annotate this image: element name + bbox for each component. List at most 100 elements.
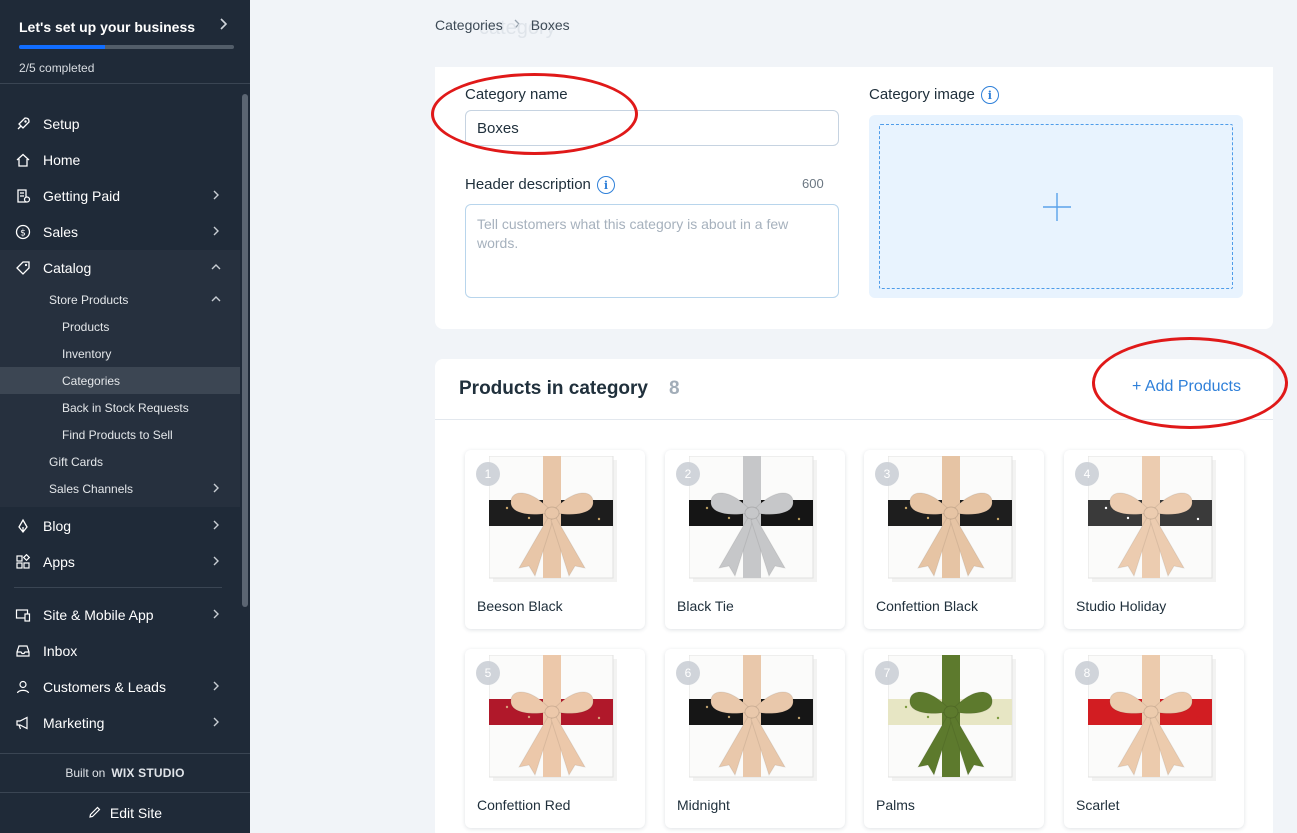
chevron-up-icon bbox=[209, 292, 223, 306]
info-icon[interactable]: i bbox=[980, 86, 999, 105]
rocket-icon bbox=[14, 115, 32, 133]
product-card[interactable]: 6 Midnight bbox=[665, 649, 845, 828]
annotation-circle-category-name bbox=[431, 73, 638, 155]
product-index-badge: 6 bbox=[676, 661, 700, 685]
sidebar-item-categories[interactable]: Categories bbox=[0, 367, 240, 394]
inbox-icon bbox=[14, 642, 32, 660]
sidebar-item-apps[interactable]: Apps bbox=[0, 544, 240, 580]
sidebar-item-find-products[interactable]: Find Products to Sell bbox=[0, 421, 240, 448]
product-card[interactable]: 2 Black Tie bbox=[665, 450, 845, 629]
upload-dropzone[interactable] bbox=[879, 124, 1233, 289]
sidebar-item-products[interactable]: Products bbox=[0, 313, 240, 340]
chevron-right-icon bbox=[209, 554, 223, 568]
product-card[interactable]: 4 Studio Holiday bbox=[1064, 450, 1244, 629]
person-icon bbox=[14, 678, 32, 696]
sidebar-item-back-in-stock[interactable]: Back in Stock Requests bbox=[0, 394, 240, 421]
product-card[interactable]: 8 Scarlet bbox=[1064, 649, 1244, 828]
sidebar-item-gift-cards[interactable]: Gift Cards bbox=[0, 448, 240, 475]
wix-studio-logo: WIX STUDIO bbox=[111, 765, 185, 780]
product-card[interactable]: 7 Palms bbox=[864, 649, 1044, 828]
setup-progress-bar bbox=[19, 45, 234, 49]
sidebar-item-inbox[interactable]: Inbox bbox=[0, 633, 240, 669]
pencil-icon bbox=[88, 805, 102, 822]
product-index-badge: 2 bbox=[676, 462, 700, 486]
sidebar-item-sales-channels[interactable]: Sales Channels bbox=[0, 475, 240, 502]
header-description-textarea[interactable]: Tell customers what this category is abo… bbox=[465, 204, 839, 298]
sidebar-item-blog[interactable]: Blog bbox=[0, 508, 240, 544]
chevron-right-icon bbox=[209, 715, 223, 729]
products-title: Products in category bbox=[459, 378, 648, 399]
sidebar-item-label: Sales Channels bbox=[49, 481, 134, 496]
chevron-right-icon[interactable] bbox=[219, 17, 229, 34]
product-index-badge: 1 bbox=[476, 462, 500, 486]
product-name: Black Tie bbox=[677, 598, 734, 614]
product-image bbox=[688, 654, 821, 783]
chevron-right-icon bbox=[209, 518, 223, 532]
sidebar-item-label: Find Products to Sell bbox=[62, 427, 173, 442]
pen-icon bbox=[14, 517, 32, 535]
home-icon bbox=[14, 151, 32, 169]
setup-title[interactable]: Let's set up your business bbox=[19, 19, 195, 35]
chevron-right-icon bbox=[209, 224, 223, 238]
chevron-right-icon bbox=[209, 188, 223, 202]
sidebar-scrollbar[interactable] bbox=[242, 94, 248, 607]
chevron-right-icon bbox=[209, 481, 223, 495]
sidebar-item-label: Getting Paid bbox=[43, 188, 121, 204]
sidebar-item-getting-paid[interactable]: Getting Paid bbox=[0, 178, 240, 214]
sidebar-item-label: Marketing bbox=[43, 715, 105, 731]
product-card[interactable]: 3 Confettion Black bbox=[864, 450, 1044, 629]
product-name: Midnight bbox=[677, 797, 730, 813]
category-image-label-text: Category image bbox=[869, 86, 975, 103]
built-on-footer: Built on WIX STUDIO bbox=[0, 753, 250, 791]
breadcrumb: category Categories Boxes bbox=[435, 17, 570, 39]
sidebar-item-catalog[interactable]: Catalog bbox=[0, 250, 240, 286]
product-index-badge: 8 bbox=[1075, 661, 1099, 685]
sidebar-item-sales[interactable]: $ Sales bbox=[0, 214, 240, 250]
product-image bbox=[688, 455, 821, 584]
product-index-badge: 3 bbox=[875, 462, 899, 486]
breadcrumb-link-categories[interactable]: Categories bbox=[435, 17, 503, 33]
breadcrumb-current: Boxes bbox=[530, 17, 570, 33]
sidebar-item-label: Sales bbox=[43, 224, 79, 240]
char-count: 600 bbox=[802, 176, 824, 191]
sidebar-item-label: Gift Cards bbox=[49, 454, 104, 469]
sidebar-item-label: Catalog bbox=[43, 260, 92, 276]
chevron-right-icon bbox=[209, 679, 223, 693]
product-name: Confettion Black bbox=[876, 598, 978, 614]
product-image bbox=[488, 455, 621, 584]
sidebar-item-home[interactable]: Home bbox=[0, 142, 240, 178]
sidebar-item-label: Setup bbox=[43, 116, 80, 132]
sidebar-item-site-mobile-app[interactable]: Site & Mobile App bbox=[0, 597, 240, 633]
header-description-label-text: Header description bbox=[465, 176, 591, 193]
sidebar-item-label: Site & Mobile App bbox=[43, 607, 154, 623]
sidebar-item-label: Products bbox=[62, 319, 110, 334]
edit-site-button[interactable]: Edit Site bbox=[0, 792, 250, 833]
tag-icon bbox=[14, 259, 32, 277]
receipt-icon bbox=[14, 187, 32, 205]
apps-icon bbox=[14, 553, 32, 571]
category-image-upload[interactable] bbox=[869, 115, 1243, 298]
product-card[interactable]: 1 Beeson Black bbox=[465, 450, 645, 629]
sidebar-item-marketing[interactable]: Marketing bbox=[0, 705, 240, 741]
sidebar-item-label: Blog bbox=[43, 518, 72, 534]
sidebar-item-label: Back in Stock Requests bbox=[62, 400, 189, 415]
setup-progress-text: 2/5 completed bbox=[19, 61, 95, 75]
product-image bbox=[1087, 455, 1220, 584]
sidebar-item-inventory[interactable]: Inventory bbox=[0, 340, 240, 367]
product-name: Beeson Black bbox=[477, 598, 563, 614]
plus-icon bbox=[1041, 191, 1073, 223]
product-name: Scarlet bbox=[1076, 797, 1120, 813]
sidebar-item-setup[interactable]: Setup bbox=[0, 106, 240, 142]
sidebar-item-store-products[interactable]: Store Products bbox=[0, 286, 240, 313]
divider bbox=[14, 587, 222, 588]
sidebar-item-customers-leads[interactable]: Customers & Leads bbox=[0, 669, 240, 705]
chevron-right-icon bbox=[209, 607, 223, 621]
info-icon[interactable]: i bbox=[596, 176, 615, 195]
product-card[interactable]: 5 Confettion Red bbox=[465, 649, 645, 828]
setup-banner[interactable]: Let's set up your business 2/5 completed bbox=[0, 0, 250, 84]
setup-progress-fill bbox=[19, 45, 105, 49]
product-image bbox=[1087, 654, 1220, 783]
svg-text:$: $ bbox=[20, 229, 26, 239]
sidebar-item-label: Apps bbox=[43, 554, 75, 570]
product-index-badge: 7 bbox=[875, 661, 899, 685]
